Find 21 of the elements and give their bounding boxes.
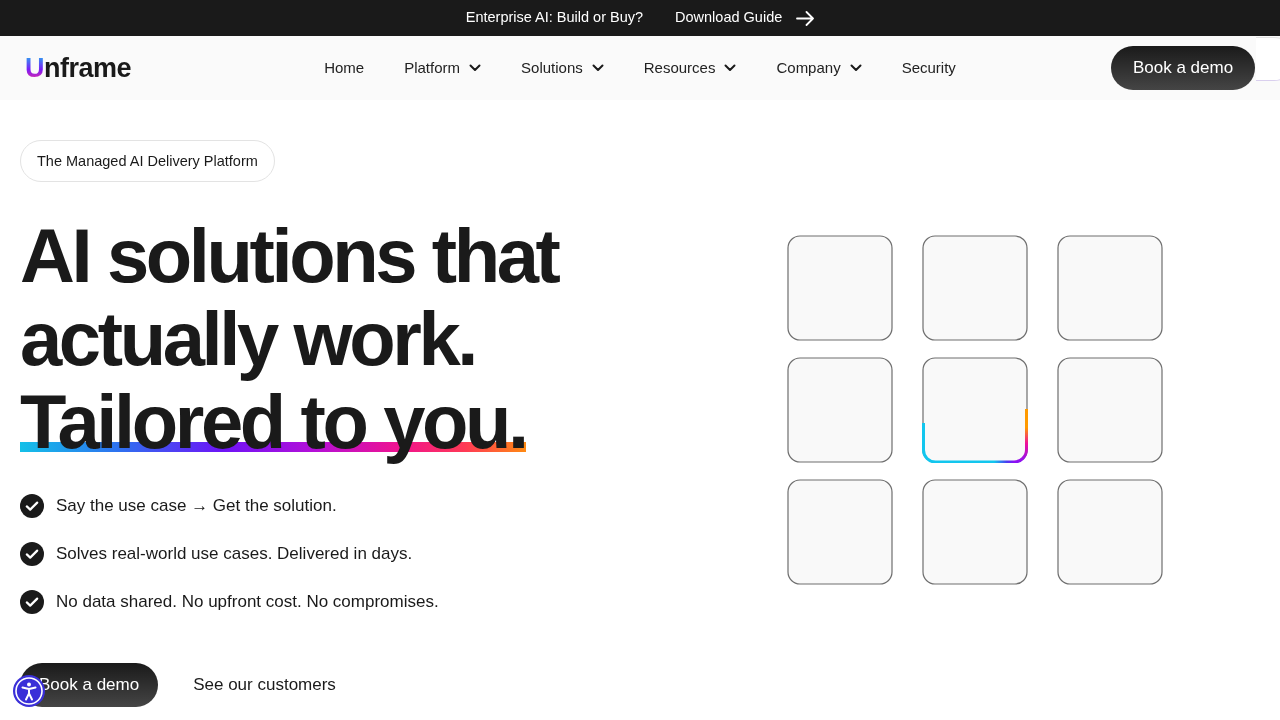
customers-link[interactable]: See our customers xyxy=(193,672,336,698)
feature-text: No data shared. No upfront cost. No compromises. xyxy=(56,591,439,613)
check-circle-icon xyxy=(20,590,44,614)
headline-text: AI solutions that xyxy=(20,214,558,297)
announcement-text: Enterprise AI: Build or Buy? xyxy=(465,8,644,28)
badge-label: The Managed AI Delivery Platform xyxy=(20,140,275,182)
check-circle-icon xyxy=(20,494,44,518)
check-circle-icon xyxy=(20,542,44,566)
nav-link[interactable]: Solutions xyxy=(521,56,604,80)
nav-link[interactable]: Platform xyxy=(404,56,482,80)
feature-text: Solves real-world use cases. Delivered in days. xyxy=(56,543,413,565)
feature-text: Say the use case → Get the solution. xyxy=(56,495,337,517)
download-guide-link[interactable]: Download Guide xyxy=(675,7,815,29)
nav-link[interactable]: Security xyxy=(901,56,956,80)
logo[interactable]: Unframe xyxy=(25,54,132,82)
book-demo-button[interactable]: Book a demo xyxy=(1111,46,1255,90)
nav-link[interactable]: Resources xyxy=(643,56,737,80)
nav-link[interactable]: Company xyxy=(776,56,862,80)
headline-text: actually work. xyxy=(20,297,476,380)
nav-link[interactable]: Home xyxy=(324,56,365,80)
arrow-right-icon xyxy=(796,10,815,26)
